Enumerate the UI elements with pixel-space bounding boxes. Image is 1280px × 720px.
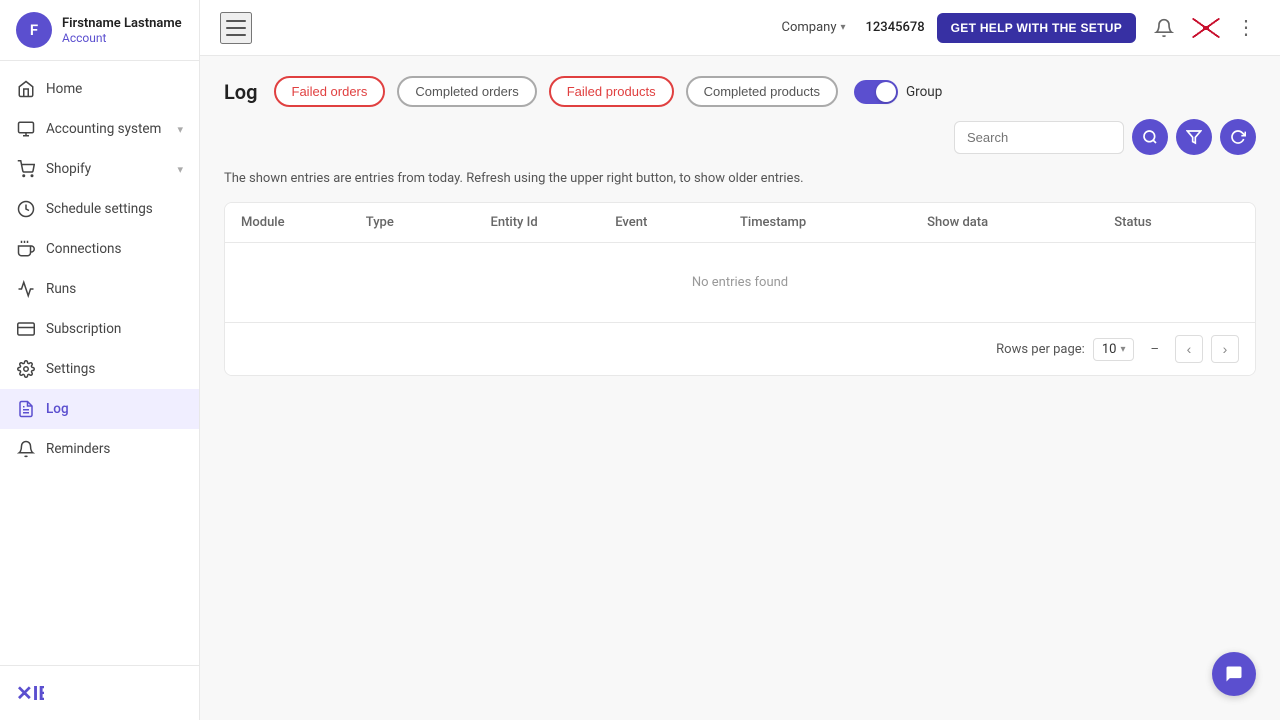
table-header-timestamp: Timestamp [740,215,927,230]
sidebar-item-reminders-label: Reminders [46,441,183,457]
runs-icon [16,279,36,299]
chat-icon [1224,664,1244,684]
group-label: Group [906,84,942,100]
search-input[interactable] [954,121,1124,154]
sidebar-item-connections-label: Connections [46,241,183,257]
sidebar-item-accounting-label: Accounting system [46,121,167,137]
page-title: Log [224,80,258,104]
connections-icon [16,239,36,259]
page-info: – [1150,342,1159,357]
filter-completed-orders[interactable]: Completed orders [397,76,536,107]
sidebar-item-runs-label: Runs [46,281,183,297]
sidebar-item-reminders[interactable]: Reminders [0,429,199,469]
company-id: 12345678 [866,20,925,35]
chat-button[interactable] [1212,652,1256,696]
reminders-icon [16,439,36,459]
table-header-status: Status [1114,215,1239,230]
sidebar-item-settings[interactable]: Settings [0,349,199,389]
svg-text:✕IEX: ✕IEX [16,683,44,704]
table-header: Module Type Entity Id Event Timestamp Sh… [225,203,1255,243]
rows-per-page-value: 10 [1102,342,1117,357]
home-icon [16,79,36,99]
pagination: Rows per page: 10 ▾ – ‹ › [225,322,1255,375]
settings-icon [16,359,36,379]
chevron-down-icon: ▾ [841,22,846,33]
sidebar-item-shopify[interactable]: Shopify ▾ [0,149,199,189]
rows-per-page-label: Rows per page: [996,342,1085,357]
table-empty-message: No entries found [225,243,1255,322]
sidebar-item-subscription-label: Subscription [46,321,183,337]
sidebar: F Firstname Lastname Account Home Accoun… [0,0,200,720]
search-button[interactable] [1132,119,1168,155]
sidebar-logo: ✕IEX [0,665,199,720]
info-text: The shown entries are entries from today… [224,171,1256,186]
sidebar-nav: Home Accounting system ▾ Shopify ▾ Sched… [0,61,199,665]
table-header-show-data: Show data [927,215,1114,230]
rows-per-page-select[interactable]: 10 ▾ [1093,338,1135,361]
sidebar-item-settings-label: Settings [46,361,183,377]
sidebar-item-log-label: Log [46,401,183,417]
schedule-icon [16,199,36,219]
search-box [954,119,1256,155]
notification-button[interactable] [1148,12,1180,44]
sidebar-item-subscription[interactable]: Subscription [0,309,199,349]
filter-completed-products[interactable]: Completed products [686,76,838,107]
refresh-button[interactable] [1220,119,1256,155]
filter-icon [1186,129,1202,145]
toggle-switch[interactable] [854,80,898,104]
rows-select-chevron: ▾ [1120,344,1125,355]
language-flag[interactable] [1192,18,1220,38]
logo: ✕IEX [16,682,183,704]
hamburger-line [226,20,246,22]
filter-button[interactable] [1176,119,1212,155]
subscription-icon [16,319,36,339]
chevron-down-icon: ▾ [177,123,183,136]
log-header: Log Failed orders Completed orders Faile… [224,76,1256,155]
next-page-button[interactable]: › [1211,335,1239,363]
sidebar-item-home[interactable]: Home [0,69,199,109]
user-info: Firstname Lastname Account [62,16,182,45]
group-toggle[interactable]: Group [854,80,942,104]
search-icon [1142,129,1158,145]
company-label: Company [782,20,837,35]
sidebar-item-runs[interactable]: Runs [0,269,199,309]
more-options-button[interactable]: ⋮ [1232,14,1260,42]
sidebar-item-home-label: Home [46,81,183,97]
chevron-down-icon: ▾ [177,163,183,176]
toggle-knob [876,82,896,102]
sidebar-item-connections[interactable]: Connections [0,229,199,269]
sidebar-item-shopify-label: Shopify [46,161,167,177]
log-icon [16,399,36,419]
sidebar-item-log[interactable]: Log [0,389,199,429]
sidebar-item-accounting[interactable]: Accounting system ▾ [0,109,199,149]
table-header-entity-id: Entity Id [491,215,616,230]
shopify-icon [16,159,36,179]
hamburger-button[interactable] [220,12,252,44]
main-content: Company ▾ 12345678 GET HELP WITH THE SET… [200,0,1280,720]
company-selector[interactable]: Company ▾ [782,20,846,35]
sidebar-item-schedule-label: Schedule settings [46,201,183,217]
logo-icon: ✕IEX [16,682,44,704]
username: Firstname Lastname [62,16,182,31]
filter-failed-products[interactable]: Failed products [549,76,674,107]
log-table: Module Type Entity Id Event Timestamp Sh… [224,202,1256,376]
sidebar-header: F Firstname Lastname Account [0,0,199,61]
topbar: Company ▾ 12345678 GET HELP WITH THE SET… [200,0,1280,56]
avatar: F [16,12,52,48]
prev-page-button[interactable]: ‹ [1175,335,1203,363]
table-header-event: Event [615,215,740,230]
sidebar-item-schedule[interactable]: Schedule settings [0,189,199,229]
hamburger-line [226,27,246,29]
get-help-button[interactable]: GET HELP WITH THE SETUP [937,13,1136,43]
account-link[interactable]: Account [62,31,182,45]
bell-icon [1154,18,1174,38]
accounting-icon [16,119,36,139]
hamburger-line [226,34,246,36]
refresh-icon [1230,129,1246,145]
table-header-module: Module [241,215,366,230]
content-area: Log Failed orders Completed orders Faile… [200,56,1280,720]
table-header-type: Type [366,215,491,230]
filter-failed-orders[interactable]: Failed orders [274,76,386,107]
